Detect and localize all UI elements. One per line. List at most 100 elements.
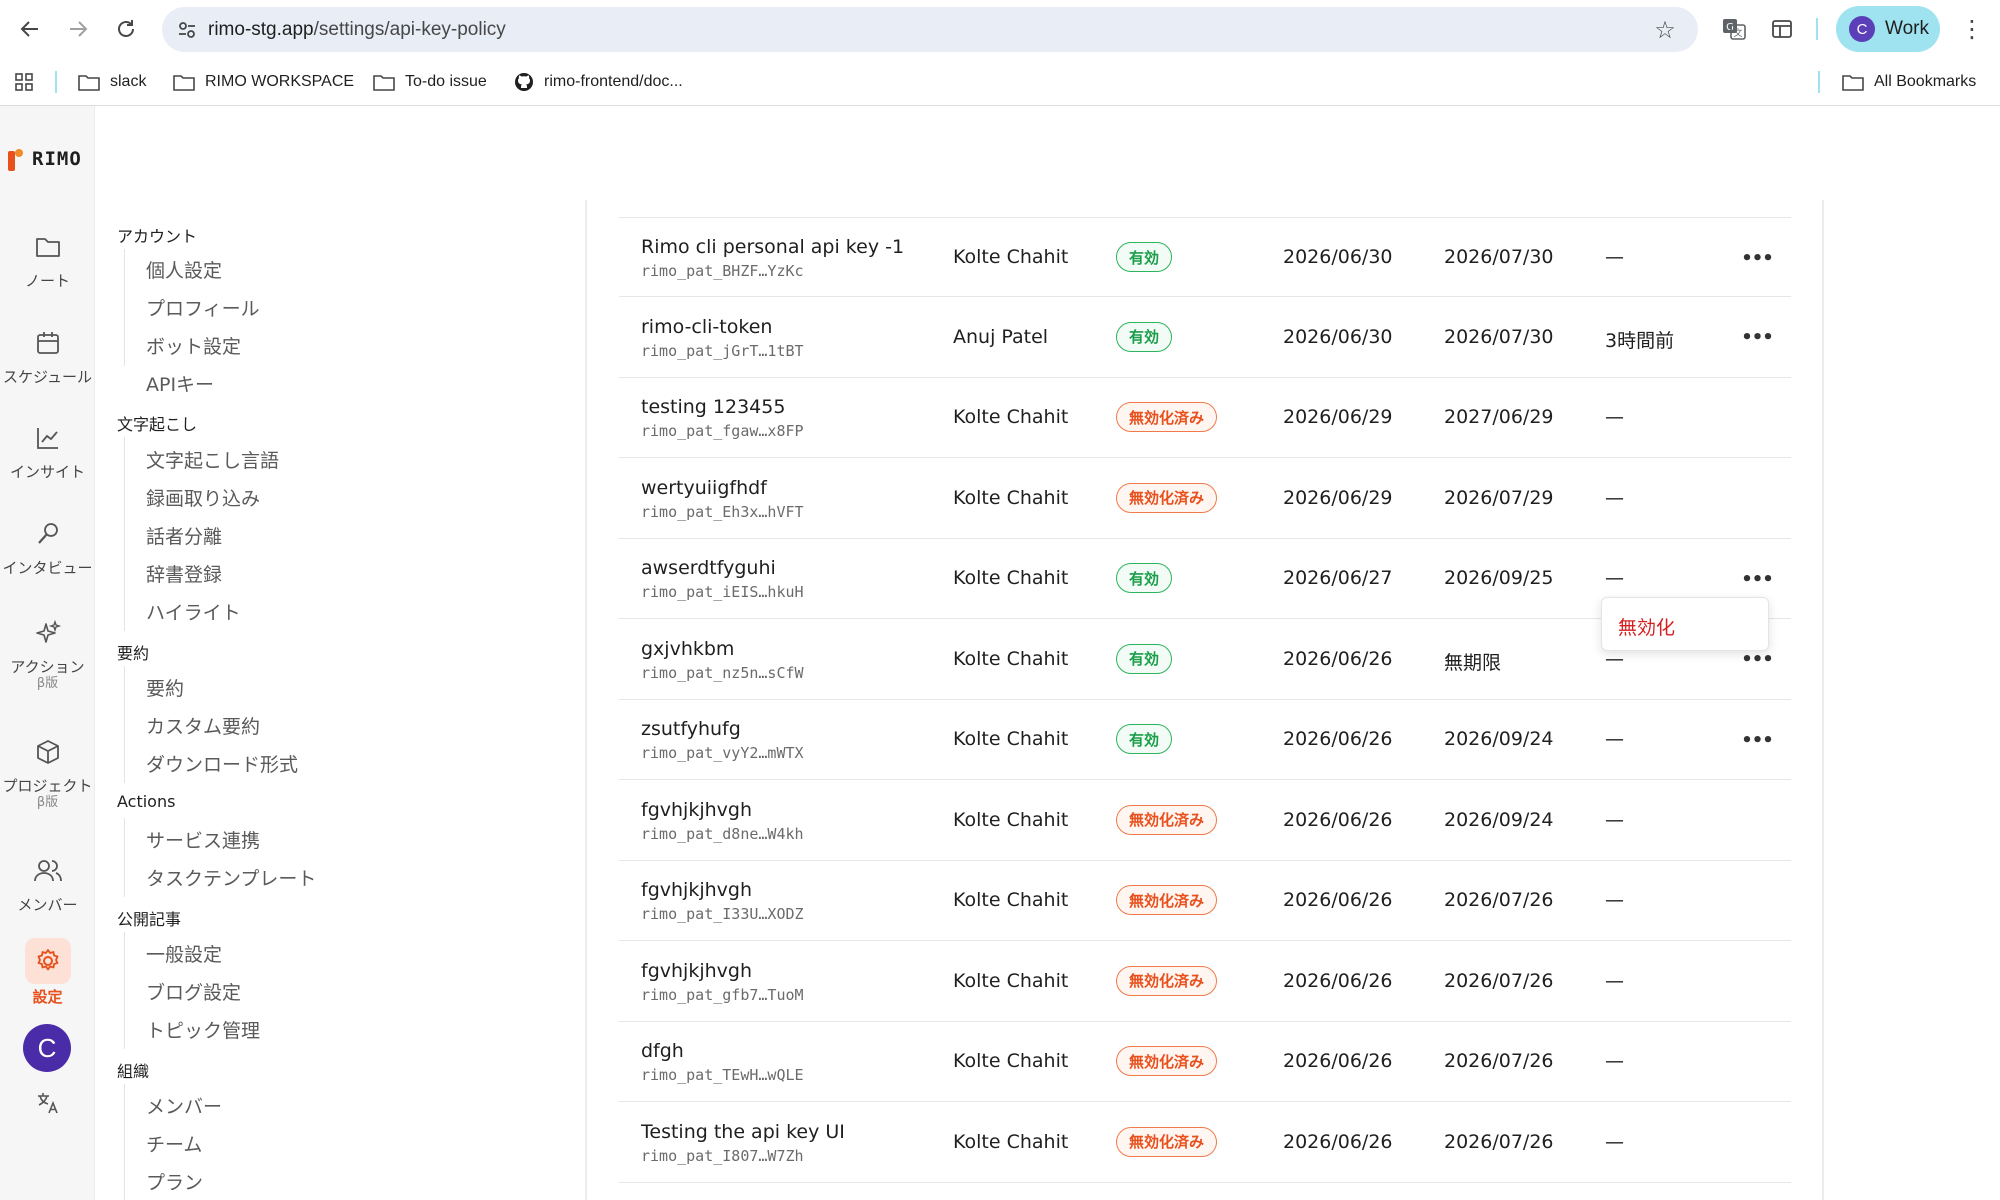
nav-link-bot-settings[interactable]: ボット設定 (146, 332, 241, 359)
more-options-icon[interactable]: ••• (1741, 565, 1774, 593)
expiry-date: 2026/07/26 (1444, 969, 1554, 992)
nav-link-speaker-diarization[interactable]: 話者分離 (146, 522, 222, 549)
site-settings-icon[interactable] (172, 15, 202, 45)
rail-label: プロジェクト (2, 777, 93, 795)
expiry-date: 2026/09/24 (1444, 808, 1554, 831)
side-panel-icon[interactable] (1766, 13, 1798, 45)
profile-avatar: C (1849, 16, 1875, 42)
folder-icon (373, 75, 395, 91)
bookmark-star-icon[interactable]: ☆ (1650, 15, 1680, 45)
key-owner: Kolte Chahit (953, 246, 1069, 268)
bookmark-slack[interactable]: slack (78, 62, 146, 102)
reload-icon[interactable] (110, 13, 142, 45)
nav-link-api-keys[interactable]: APIキー (146, 370, 214, 397)
table-row: testing 123455 rimo_pat_fgaw…x8FP Kolte Ch… (619, 378, 1791, 458)
bookmarks-bar: slack RIMO WORKSPACE To-do issue rimo-fr… (0, 62, 2000, 102)
key-owner: Kolte Chahit (953, 647, 1069, 670)
more-options-icon[interactable]: ••• (1741, 726, 1774, 754)
nav-group-transcription: 文字起こし (117, 415, 198, 434)
translate-icon[interactable]: G文 (1718, 13, 1750, 45)
language-translate-icon[interactable] (0, 1086, 95, 1120)
nav-link-transcription-language[interactable]: 文字起こし言語 (146, 446, 279, 473)
rail-item-settings[interactable]: 設定 (0, 938, 95, 1006)
nav-link-general-settings[interactable]: 一般設定 (146, 940, 222, 967)
back-arrow-icon[interactable] (14, 13, 46, 45)
nav-link-members[interactable]: メンバー (146, 1092, 222, 1119)
box-icon (31, 735, 65, 769)
nav-tree-line (124, 249, 125, 366)
table-row: zsutfyhufg rimo_pat_vyY2…mWTX Kolte Chahit… (619, 700, 1791, 780)
rimo-logo[interactable]: RIMO (8, 144, 82, 174)
key-token: rimo_pat_iEIS…hkuH (641, 583, 804, 601)
user-avatar[interactable]: C (23, 1024, 71, 1072)
key-owner: Kolte Chahit (953, 1130, 1069, 1153)
nav-group-account: アカウント (117, 227, 198, 246)
browser-menu-icon[interactable]: ⋮ (1956, 13, 1988, 45)
profile-button[interactable]: C Work (1836, 6, 1940, 52)
nav-link-recording-import[interactable]: 録画取り込み (146, 484, 260, 511)
more-options-icon[interactable]: ••• (1741, 324, 1774, 352)
nav-link-personal-settings[interactable]: 個人設定 (146, 256, 222, 283)
expiry-date: 2026/09/24 (1444, 728, 1554, 750)
rail-item-schedule[interactable]: スケジュール (0, 326, 95, 386)
nav-link-task-template[interactable]: タスクテンプレート (146, 864, 316, 891)
key-token: rimo_pat_TEwH…wQLE (641, 1066, 804, 1084)
nav-tree-line (124, 666, 125, 783)
key-name: Rimo cli personal api key -1 (641, 236, 905, 258)
created-date: 2026/06/26 (1283, 1050, 1393, 1072)
rail-item-interview[interactable]: インタビュー (0, 517, 95, 577)
nav-link-custom-summary[interactable]: カスタム要約 (146, 712, 260, 739)
rail-item-project[interactable]: プロジェクト β版 (0, 735, 95, 810)
rail-item-members[interactable]: メンバー (0, 854, 95, 914)
browser-chrome: rimo-stg.app/settings/api-key-policy ☆ G… (0, 0, 2000, 106)
key-owner: Kolte Chahit (953, 728, 1069, 750)
revoke-menu-item[interactable]: 無効化 (1618, 613, 1675, 640)
url-host: rimo-stg.app (208, 19, 314, 40)
rail-label: インサイト (9, 463, 85, 481)
row-action-menu: 無効化 (1601, 597, 1769, 651)
rail-label: インタビュー (2, 559, 93, 577)
more-options-icon[interactable]: ••• (1741, 244, 1774, 272)
nav-group-summary: 要約 (117, 644, 150, 663)
people-icon (31, 854, 65, 888)
nav-tree-line (124, 1084, 125, 1200)
last-used: — (1605, 246, 1624, 268)
nav-group-organization: 組織 (117, 1062, 150, 1081)
rail-item-action[interactable]: アクション β版 (0, 616, 95, 691)
nav-link-plan[interactable]: プラン (146, 1168, 203, 1195)
nav-group-public-articles: 公開記事 (117, 910, 182, 929)
bookmark-todo-issue[interactable]: To-do issue (373, 62, 487, 102)
logo-mark (8, 147, 23, 171)
nav-link-highlight[interactable]: ハイライト (146, 598, 241, 625)
translate-icon (31, 1086, 65, 1120)
key-name: gxjvhkbm (641, 637, 735, 660)
nav-link-download-format[interactable]: ダウンロード形式 (146, 750, 298, 777)
nav-link-team[interactable]: チーム (146, 1130, 202, 1157)
expiry-date: 2027/06/29 (1444, 406, 1554, 428)
key-token: rimo_pat_vyY2…mWTX (641, 744, 804, 762)
key-owner: Kolte Chahit (953, 969, 1069, 992)
profile-label: Work (1885, 18, 1929, 39)
last-used: — (1605, 1130, 1624, 1153)
bookmark-rimo-workspace[interactable]: RIMO WORKSPACE (173, 62, 354, 102)
nav-link-summary[interactable]: 要約 (146, 674, 184, 701)
nav-link-blog-settings[interactable]: ブログ設定 (146, 978, 241, 1005)
key-token: rimo_pat_nz5n…sCfW (641, 663, 804, 682)
nav-link-profile[interactable]: プロフィール (146, 294, 260, 321)
nav-link-service-integration[interactable]: サービス連携 (146, 826, 260, 853)
nav-link-dictionary[interactable]: 辞書登録 (146, 560, 222, 587)
rail-item-notes[interactable]: ノート (0, 230, 95, 290)
created-date: 2026/06/26 (1283, 1130, 1393, 1153)
created-date: 2026/06/26 (1283, 647, 1393, 670)
address-bar[interactable]: rimo-stg.app/settings/api-key-policy ☆ (162, 7, 1698, 52)
rail-item-insight[interactable]: インサイト (0, 421, 95, 481)
apps-grid-icon[interactable] (14, 62, 44, 102)
table-row: dfgh rimo_pat_TEwH…wQLE Kolte Chahit 無効化済み 2… (619, 1022, 1791, 1102)
bookmark-rimo-frontend[interactable]: rimo-frontend/doc... (514, 62, 683, 102)
last-used: 3時間前 (1605, 329, 1675, 352)
bookmark-separator (55, 71, 57, 93)
nav-link-topic-management[interactable]: トピック管理 (146, 1016, 260, 1043)
app-sidebar: RIMO ノート スケジュール インサイト インタビュー アクション β版 プロ… (0, 106, 95, 1200)
forward-arrow-icon[interactable] (62, 13, 94, 45)
bookmark-all-bookmarks[interactable]: All Bookmarks (1842, 62, 1976, 102)
